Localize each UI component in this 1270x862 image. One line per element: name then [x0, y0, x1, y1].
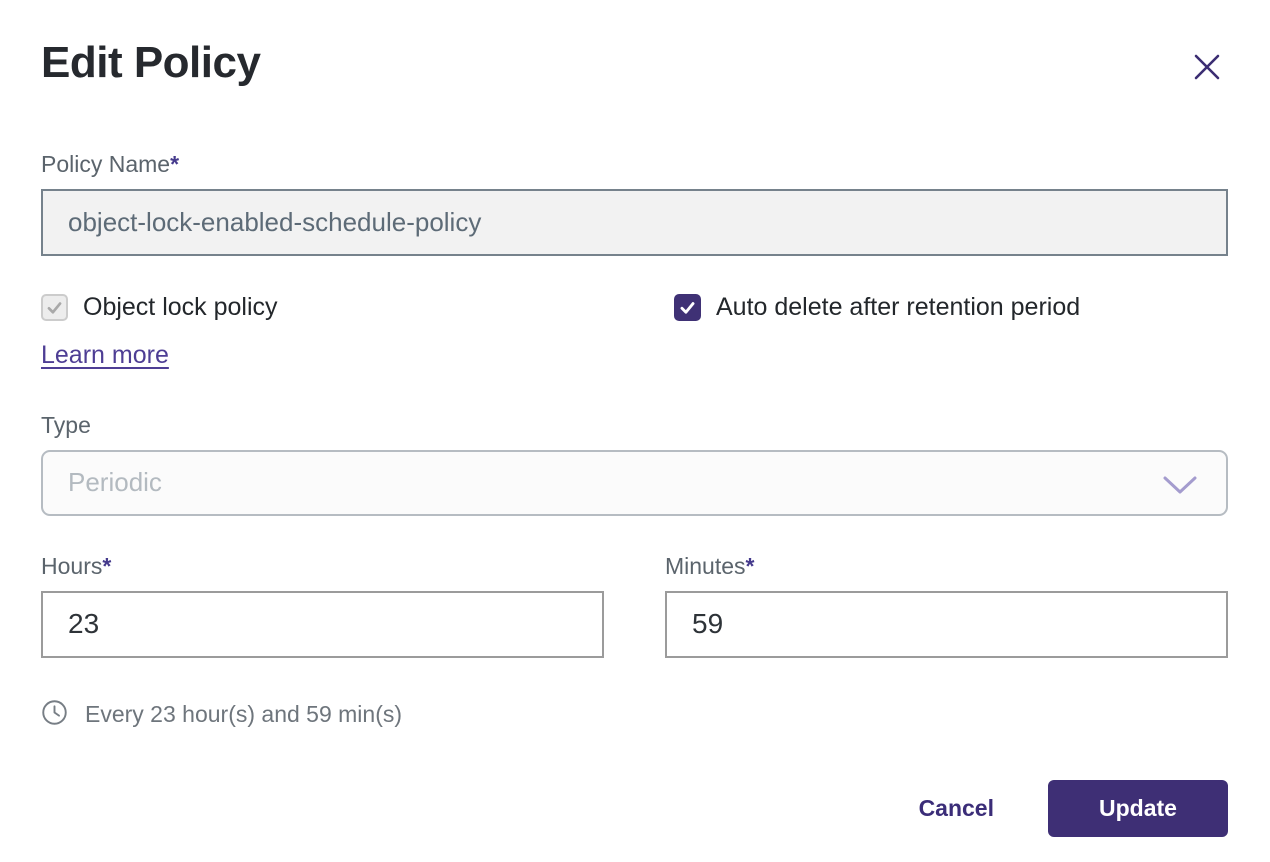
auto-delete-label: Auto delete after retention period — [716, 293, 1080, 322]
edit-policy-dialog: Edit Policy Policy Name* Object lock pol… — [0, 0, 1270, 837]
schedule-summary: Every 23 hour(s) and 59 min(s) — [41, 699, 1228, 731]
object-lock-checkbox: Object lock policy — [41, 293, 674, 322]
auto-delete-checkbox[interactable]: Auto delete after retention period — [674, 293, 1080, 322]
hours-input[interactable] — [41, 591, 604, 658]
minutes-group: Minutes* — [665, 553, 1228, 658]
minutes-label: Minutes* — [665, 553, 1228, 580]
schedule-summary-text: Every 23 hour(s) and 59 min(s) — [85, 701, 402, 728]
checkbox-row: Object lock policy Learn more Auto delet… — [41, 293, 1228, 370]
policy-name-input[interactable] — [41, 189, 1228, 256]
type-label: Type — [41, 412, 1228, 439]
policy-name-group: Policy Name* — [41, 151, 1228, 256]
dialog-footer: Cancel Update — [41, 780, 1228, 837]
object-lock-column: Object lock policy Learn more — [41, 293, 674, 370]
close-icon — [1192, 70, 1222, 85]
object-lock-label: Object lock policy — [83, 293, 278, 322]
policy-name-label: Policy Name* — [41, 151, 1228, 178]
required-asterisk: * — [102, 553, 111, 579]
hours-minutes-row: Hours* Minutes* — [41, 553, 1228, 658]
checkbox-checked-disabled-icon — [41, 294, 68, 321]
dialog-header: Edit Policy — [41, 38, 1228, 89]
required-asterisk: * — [170, 151, 179, 177]
update-button[interactable]: Update — [1048, 780, 1228, 837]
type-select[interactable]: Periodic — [41, 450, 1228, 516]
minutes-input[interactable] — [665, 591, 1228, 658]
learn-more-link[interactable]: Learn more — [41, 341, 169, 370]
hours-label: Hours* — [41, 553, 604, 580]
checkbox-checked-icon — [674, 294, 701, 321]
hours-group: Hours* — [41, 553, 604, 658]
cancel-button[interactable]: Cancel — [919, 795, 994, 822]
chevron-down-icon — [1162, 474, 1198, 496]
type-group: Type Periodic — [41, 412, 1228, 516]
type-selected-value: Periodic — [68, 467, 162, 498]
page-title: Edit Policy — [41, 38, 260, 89]
close-button[interactable] — [1186, 46, 1228, 88]
clock-icon — [41, 699, 68, 731]
required-asterisk: * — [746, 553, 755, 579]
auto-delete-column: Auto delete after retention period — [674, 293, 1080, 370]
